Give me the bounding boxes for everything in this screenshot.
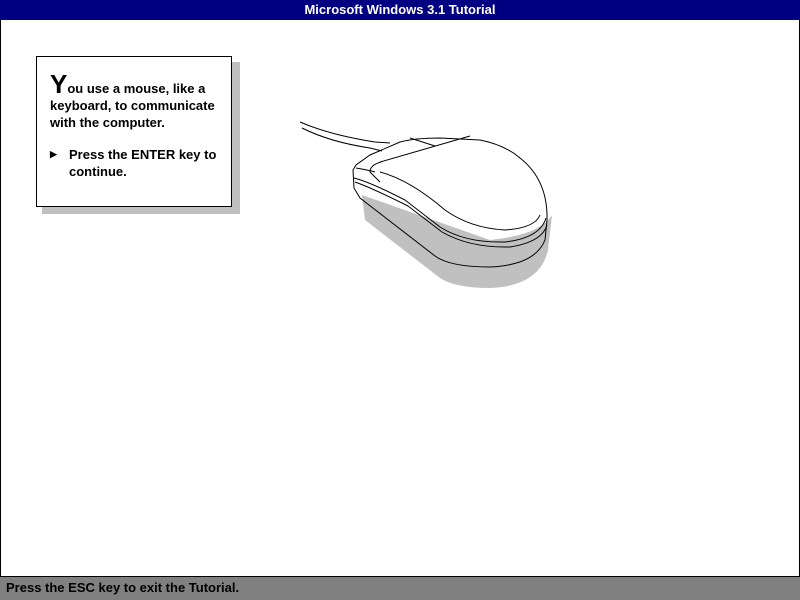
title-bar: Microsoft Windows 3.1 Tutorial xyxy=(0,0,800,20)
mouse-shadow xyxy=(362,195,552,288)
status-bar: Press the ESC key to exit the Tutorial. xyxy=(0,576,800,600)
tutorial-card: You use a mouse, like a keyboard, to com… xyxy=(36,56,232,207)
mouse-illustration xyxy=(299,121,552,288)
triangle-right-icon: ▶ xyxy=(50,149,57,159)
mouse-cable xyxy=(299,121,391,144)
intro-text: You use a mouse, like a keyboard, to com… xyxy=(50,71,221,131)
dropcap: Y xyxy=(50,69,68,99)
mouse-button-divider xyxy=(379,135,471,163)
instruction: ▶ Press the ENTER key to continue. xyxy=(50,146,221,180)
instruction-text: Press the ENTER key to continue. xyxy=(69,147,217,179)
intro-body: ou use a mouse, like a keyboard, to comm… xyxy=(50,81,215,130)
